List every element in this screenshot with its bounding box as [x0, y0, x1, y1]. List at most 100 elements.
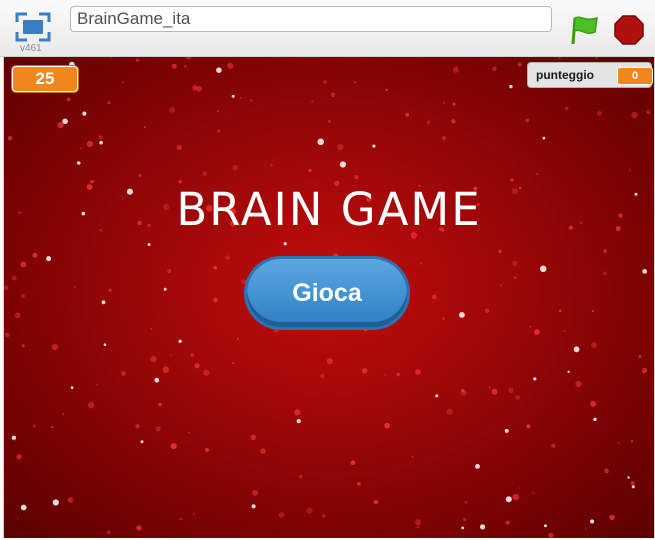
sparkle-dot: [350, 460, 356, 466]
sparkle-dot: [74, 286, 76, 288]
sparkle-dot: [415, 519, 422, 526]
sparkle-dot: [308, 168, 312, 173]
sparkle-dot: [532, 491, 535, 494]
sparkle-dot: [525, 118, 530, 123]
sparkle-dot: [213, 297, 218, 303]
sparkle-dot: [21, 344, 25, 348]
sparkle-dot: [136, 525, 142, 531]
stage[interactable]: 25 punteggio 0 BRAIN GAME Gioca: [3, 57, 655, 538]
sparkle-dot: [405, 112, 410, 117]
sparkle-dot: [534, 329, 540, 336]
sparkle-dot: [138, 173, 142, 177]
sparkle-dot: [590, 519, 595, 524]
project-title-input[interactable]: [70, 6, 552, 32]
sparkle-dot: [150, 327, 153, 331]
sparkle-dot: [110, 57, 112, 59]
sparkle-dot: [87, 402, 95, 409]
sparkle-dot: [240, 96, 242, 99]
sparkle-dot: [544, 524, 547, 528]
version-label: v461: [20, 43, 42, 54]
sparkle-dot: [551, 443, 556, 448]
sparkle-dot: [150, 355, 157, 363]
sparkle-dot: [491, 388, 498, 395]
sparkle-dot: [192, 513, 195, 515]
sparkle-dot: [480, 524, 486, 530]
green-flag-button[interactable]: [570, 14, 600, 46]
sparkle-dot: [80, 147, 83, 150]
sparkle-dot: [270, 164, 273, 167]
sparkle-dot: [190, 352, 195, 357]
sparkle-dot: [320, 373, 325, 379]
sparkle-dot: [603, 249, 607, 254]
sparkle-dot: [464, 501, 467, 504]
sparkle-dot: [517, 62, 522, 67]
sparkle-dot: [328, 119, 331, 123]
sparkle-dot: [62, 118, 68, 125]
sparkle-dot: [356, 482, 361, 486]
sparkle-dot: [317, 138, 325, 146]
sparkle-dot: [249, 99, 253, 102]
sparkle-dot: [106, 530, 111, 535]
sparkle-dot: [416, 525, 420, 529]
sparkle-dot: [187, 431, 190, 434]
timer-monitor: 25: [12, 66, 78, 92]
sparkle-dot: [250, 434, 257, 441]
sparkle-dot: [461, 388, 465, 393]
sparkle-dot: [135, 424, 140, 429]
sparkle-dot: [185, 57, 192, 60]
sparkle-dot: [446, 408, 453, 415]
sparkle-dot: [475, 464, 480, 469]
sparkle-dot: [143, 126, 146, 129]
sparkle-dot: [171, 63, 177, 69]
sparkle-dot: [431, 294, 437, 300]
sparkle-dot: [273, 326, 280, 333]
sparkle-dot: [217, 129, 221, 133]
sparkle-dot: [283, 242, 287, 246]
sparkle-dot: [542, 136, 546, 140]
sparkle-dot: [13, 438, 16, 441]
sparkle-dot: [596, 110, 602, 116]
fullscreen-button[interactable]: [15, 12, 51, 42]
fullscreen-icon: [15, 12, 51, 42]
sparkle-dot: [426, 120, 431, 125]
sparkle-dot: [512, 260, 518, 266]
sparkle-dot: [420, 262, 423, 265]
sparkle-dot: [510, 178, 514, 182]
sparkle-dot: [108, 288, 112, 292]
sparkle-dot: [463, 518, 467, 522]
sparkle-dot: [4, 332, 10, 338]
sparkle-dot: [354, 81, 357, 84]
sparkle-dot: [354, 175, 359, 180]
sparkle-dot: [330, 92, 336, 98]
sparkle-dot: [121, 80, 124, 84]
sparkle-dot: [533, 377, 537, 381]
sparkle-dot: [411, 455, 414, 458]
sparkle-dot: [232, 362, 235, 365]
sparkle-dot: [82, 111, 87, 116]
sparkle-dot: [504, 428, 509, 433]
sparkle-dot: [51, 425, 54, 428]
sparkle-dot: [631, 485, 635, 489]
green-flag-icon: [571, 16, 598, 45]
sparkle-dot: [461, 526, 465, 530]
play-button[interactable]: Gioca: [247, 259, 407, 327]
sparkle-dot: [629, 169, 632, 172]
sparkle-dot: [508, 387, 514, 393]
sparkle-dot: [535, 172, 539, 176]
sparkle-dot: [558, 309, 562, 313]
sparkle-dot: [642, 269, 648, 274]
sparkle-dot: [505, 496, 512, 503]
sparkle-dot: [202, 171, 207, 176]
sparkle-dot: [573, 346, 580, 353]
sparkle-dot: [57, 122, 64, 129]
sparkle-dot: [323, 80, 328, 84]
sparkle-dot: [20, 261, 27, 268]
sparkle-dot: [442, 317, 446, 320]
sparkle-dot: [154, 377, 160, 383]
sparkle-dot: [515, 395, 520, 400]
sparkle-dot: [51, 343, 59, 351]
sparkle-dot: [213, 265, 218, 270]
sparkle-dot: [179, 517, 182, 521]
stop-button[interactable]: [614, 15, 644, 45]
sparkle-dot: [337, 143, 344, 151]
